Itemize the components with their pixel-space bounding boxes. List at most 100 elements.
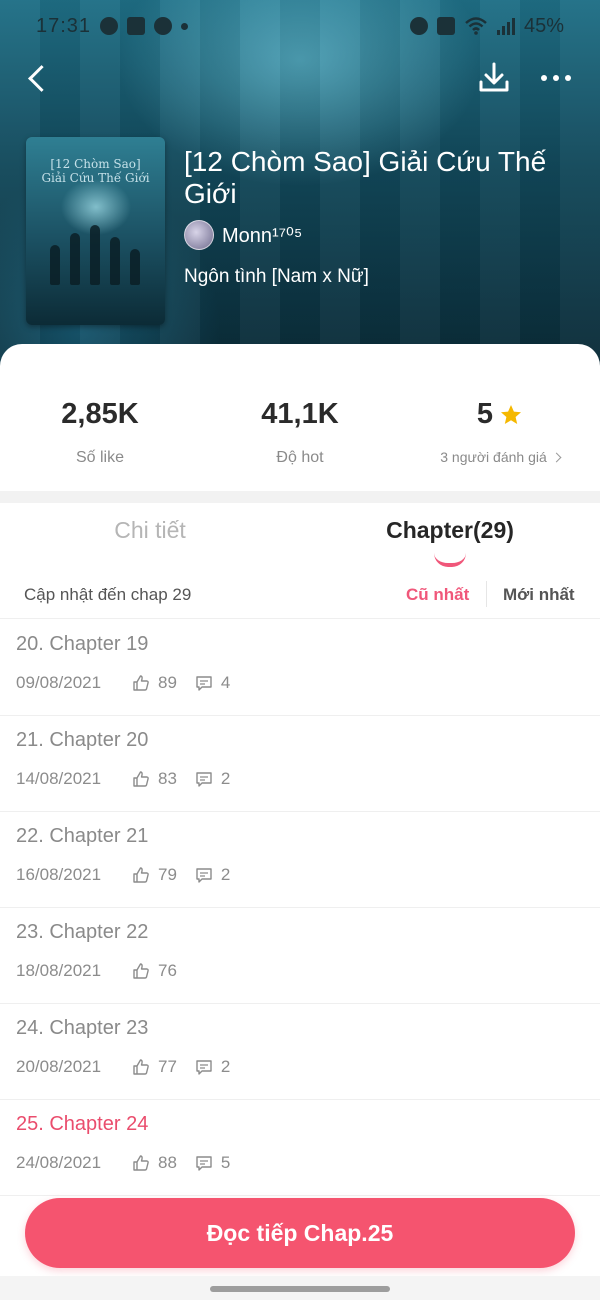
messenger-icon [100, 17, 119, 35]
comment-icon [196, 868, 212, 883]
chapter-date: 09/08/2021 [16, 673, 102, 692]
continue-reading-button[interactable]: Đọc tiếp Chap.25 [25, 1198, 575, 1268]
chapter-item-current[interactable]: 25. Chapter 24 24/08/2021 88 5 [0, 1100, 600, 1196]
chapter-list: 20. Chapter 19 09/08/2021 89 4 21. Chapt… [0, 620, 600, 1196]
thumbs-up-icon [133, 963, 149, 979]
chapter-title: 25. Chapter 24 [16, 1113, 149, 1135]
download-icon [479, 62, 509, 92]
star-icon [501, 404, 522, 424]
likes-label: Số like [75, 449, 125, 466]
chapter-meta: 16/08/2021 79 2 [16, 865, 248, 885]
chapter-title: 24. Chapter 23 [16, 1017, 149, 1039]
back-button[interactable] [20, 58, 56, 98]
tab-chapters[interactable]: Chapter(29) [300, 517, 600, 544]
alarm-icon [409, 17, 428, 35]
rating-value-row: 5 [400, 398, 600, 431]
update-status: Cập nhật đến chap 29 [24, 585, 192, 604]
chevron-right-icon [551, 452, 562, 463]
notification-dot-icon [181, 22, 189, 30]
gallery-icon [127, 17, 146, 35]
comment-icon [196, 1156, 212, 1171]
tab-bar: Chi tiết Chapter(29) [0, 503, 600, 571]
like-count: 77 [158, 1057, 177, 1076]
chapter-date: 20/08/2021 [16, 1057, 102, 1076]
cover-illustration [44, 215, 148, 285]
status-bar: 17:31 45% [0, 0, 600, 52]
signal-icon [496, 17, 515, 35]
chapter-meta: 18/08/2021 76 [16, 961, 195, 981]
thumbs-up-icon [133, 1059, 149, 1075]
book-title: [12 Chòm Sao] Giải Cứu Thế Giới [184, 146, 547, 209]
book-cover[interactable]: [12 Chòm Sao] Giải Cứu Thế Giới [26, 137, 165, 325]
stats-section: 2,85K Số like 41,1K Độ hot 5 3 người đán… [0, 344, 600, 491]
like-count: 76 [158, 961, 177, 980]
thumbs-up-icon [133, 867, 149, 883]
chapter-date: 14/08/2021 [16, 769, 102, 788]
author-avatar [184, 220, 214, 250]
cover-title-line1: [12 Chòm Sao] [50, 157, 141, 171]
thumbs-up-icon [133, 771, 149, 787]
more-options-button[interactable] [536, 58, 576, 98]
cover-title-line2: Giải Cứu Thế Giới [41, 171, 150, 185]
sort-oldest-button[interactable]: Cũ nhất [406, 585, 469, 605]
chapter-title: 20. Chapter 19 [16, 633, 149, 655]
cover-title: [12 Chòm Sao] Giải Cứu Thế Giới [26, 157, 165, 185]
mute-icon [436, 17, 455, 35]
download-button[interactable] [474, 58, 514, 98]
more-horizontal-icon [541, 75, 571, 81]
chapter-item[interactable]: 21. Chapter 20 14/08/2021 83 2 [0, 716, 600, 812]
chapter-item[interactable]: 24. Chapter 23 20/08/2021 77 2 [0, 1004, 600, 1100]
comment-count: 2 [220, 769, 231, 788]
hot-value: 41,1K [261, 398, 339, 430]
comment-icon [196, 1060, 212, 1075]
author-name: Monn¹⁷⁰⁵ [222, 224, 303, 247]
chapter-item[interactable]: 22. Chapter 21 16/08/2021 79 2 [0, 812, 600, 908]
like-count: 83 [158, 769, 177, 788]
rating-value: 5 [476, 398, 494, 430]
chapter-meta: 14/08/2021 83 2 [16, 769, 248, 789]
thumbs-up-icon [133, 675, 149, 691]
chapter-meta: 20/08/2021 77 2 [16, 1057, 248, 1077]
comment-count: 2 [220, 865, 231, 884]
stat-likes: 2,85K Số like [0, 398, 200, 467]
tab-details[interactable]: Chi tiết [0, 517, 300, 544]
stat-hot: 41,1K Độ hot [200, 398, 400, 467]
rating-label-row: 3 người đánh giá [400, 449, 600, 465]
like-count: 88 [158, 1153, 177, 1172]
comment-icon [196, 676, 212, 691]
book-info-card: 2,85K Số like 41,1K Độ hot 5 3 người đán… [0, 344, 600, 1300]
chapter-item[interactable]: 23. Chapter 22 18/08/2021 76 [0, 908, 600, 1004]
home-indicator[interactable] [210, 1286, 390, 1292]
comment-count: 2 [220, 1057, 231, 1076]
like-count: 89 [158, 673, 177, 692]
chapter-item[interactable]: 20. Chapter 19 09/08/2021 89 4 [0, 620, 600, 716]
status-time: 17:31 [36, 14, 92, 37]
thumbs-up-icon [133, 1155, 149, 1171]
pinterest-icon [154, 17, 173, 35]
chapter-title: 21. Chapter 20 [16, 729, 149, 751]
battery-level: 45% [523, 14, 564, 37]
chapter-meta: 24/08/2021 88 5 [16, 1153, 248, 1173]
comment-count: 5 [220, 1153, 231, 1172]
chapter-title: 23. Chapter 22 [16, 921, 149, 943]
sort-newest-button[interactable]: Mới nhất [503, 585, 575, 605]
hot-label: Độ hot [276, 449, 324, 466]
active-tab-indicator [434, 553, 466, 567]
top-nav [0, 52, 600, 104]
book-genre: Ngôn tình [Nam x Nữ] [184, 266, 369, 287]
chapter-title: 22. Chapter 21 [16, 825, 149, 847]
comment-count: 4 [220, 673, 231, 692]
author-link[interactable]: Monn¹⁷⁰⁵ [184, 219, 302, 251]
likes-value: 2,85K [61, 398, 139, 430]
sort-separator [486, 581, 487, 607]
section-divider [0, 491, 600, 503]
chapter-date: 16/08/2021 [16, 865, 102, 884]
stat-rating[interactable]: 5 3 người đánh giá [400, 398, 600, 465]
chapter-date: 18/08/2021 [16, 961, 102, 980]
chapter-meta: 09/08/2021 89 4 [16, 673, 248, 693]
wifi-icon [465, 17, 487, 35]
chapter-list-header: Cập nhật đến chap 29 Cũ nhất Mới nhất [0, 571, 600, 619]
like-count: 79 [158, 865, 177, 884]
comment-icon [196, 772, 212, 787]
chapter-date: 24/08/2021 [16, 1153, 102, 1172]
